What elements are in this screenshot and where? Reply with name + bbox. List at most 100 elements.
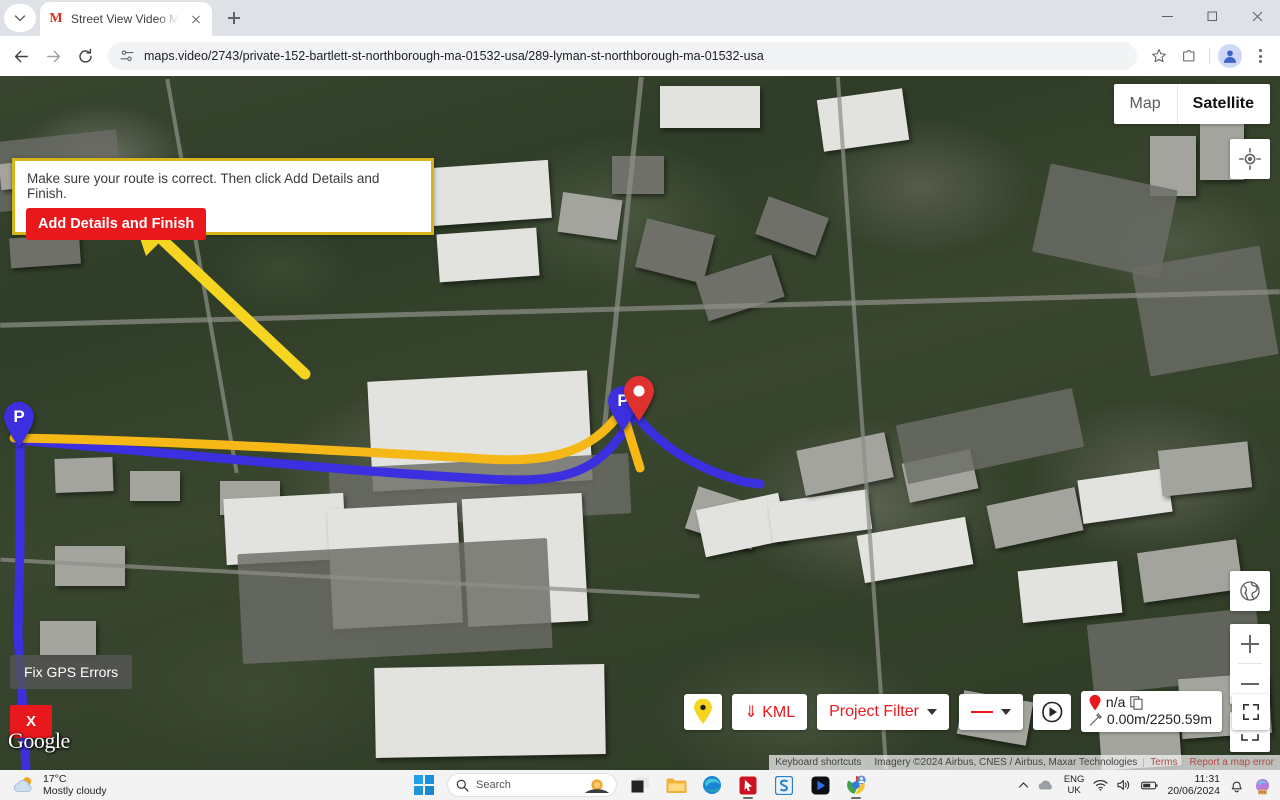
- toolbar-divider: [1209, 48, 1210, 64]
- crosshair-locate-icon: [1239, 148, 1261, 170]
- callout-message: Make sure your route is correct. Then cl…: [27, 171, 380, 201]
- cursor-app-button[interactable]: [735, 772, 761, 799]
- tab-close-icon[interactable]: [188, 11, 204, 27]
- terms-link[interactable]: Terms: [1144, 757, 1183, 768]
- language-indicator[interactable]: ENG UK: [1064, 774, 1085, 796]
- plus-icon: [1241, 635, 1259, 653]
- location-value: n/a: [1105, 694, 1126, 710]
- chevron-down-icon: [14, 15, 26, 22]
- taskbar-weather-widget[interactable]: 17°C Mostly cloudy: [12, 773, 107, 797]
- taskbar-clock[interactable]: 11:31 20/06/2024: [1167, 773, 1220, 797]
- map-bottom-toolbar: ⇓ KML Project Filter n/a 0.00m/2250.59m: [684, 691, 1270, 732]
- menu-dot: [1258, 60, 1262, 63]
- app-fullscreen-button[interactable]: [1232, 693, 1270, 730]
- globe-icon: [1240, 581, 1260, 601]
- streetview-pegman-button[interactable]: [1032, 693, 1071, 730]
- project-filter-label: Project Filter: [829, 702, 919, 720]
- yellow-pin-button[interactable]: [684, 693, 723, 730]
- weather-condition: Mostly cloudy: [43, 785, 107, 797]
- browser-tab[interactable]: M Street View Video Map - maps.v: [40, 2, 212, 36]
- menu-dot: [1258, 49, 1262, 52]
- start-button[interactable]: [411, 772, 437, 798]
- zoom-in-button[interactable]: [1230, 624, 1270, 664]
- google-chrome-button[interactable]: [843, 772, 869, 799]
- browser-menu-button[interactable]: [1246, 42, 1274, 70]
- keyboard-shortcuts-link[interactable]: Keyboard shortcuts: [769, 757, 867, 768]
- browser-toolbar: maps.video/2743/private-152-bartlett-st-…: [0, 36, 1280, 76]
- close-button[interactable]: [1235, 0, 1280, 32]
- bookmark-button[interactable]: [1145, 42, 1173, 70]
- battery-icon[interactable]: [1141, 780, 1159, 791]
- speaker-icon[interactable]: [1117, 779, 1132, 791]
- site-settings-icon[interactable]: [120, 49, 134, 63]
- onedrive-cloud-icon[interactable]: [1038, 779, 1055, 791]
- imagery-credit: Imagery ©2024 Airbus, CNES / Airbus, Max…: [874, 757, 1138, 768]
- start-parking-marker[interactable]: P: [2, 402, 36, 448]
- forward-button[interactable]: [38, 41, 68, 71]
- chrome-browser-window: M Street View Video Map - maps.v: [0, 0, 1280, 770]
- fix-gps-errors-button[interactable]: Fix GPS Errors: [10, 655, 133, 689]
- kml-download-button[interactable]: ⇓ KML: [732, 693, 808, 730]
- tab-favicon: M: [49, 11, 63, 26]
- tab-title: Street View Video Map - maps.v: [71, 12, 181, 26]
- project-filter-dropdown[interactable]: Project Filter: [817, 693, 949, 730]
- weather-temp: 17°C: [43, 773, 67, 785]
- notification-bell-icon[interactable]: [1229, 778, 1244, 793]
- address-bar[interactable]: maps.video/2743/private-152-bartlett-st-…: [108, 42, 1137, 70]
- copy-icon[interactable]: [1130, 695, 1143, 710]
- map-type-satellite[interactable]: Satellite: [1177, 84, 1270, 124]
- windows-taskbar: 17°C Mostly cloudy Search ENG UK 11:31 2…: [0, 770, 1280, 800]
- taskbar-search-box[interactable]: Search: [447, 773, 617, 797]
- wifi-icon[interactable]: [1093, 779, 1109, 791]
- map-viewport[interactable]: P P Make sure your route is correct. The…: [0, 76, 1280, 770]
- destination-marker[interactable]: [622, 376, 656, 422]
- weather-text: 17°C Mostly cloudy: [43, 773, 107, 797]
- minimize-button[interactable]: [1145, 0, 1190, 32]
- profile-avatar-icon: [1218, 44, 1242, 68]
- task-view-button[interactable]: [627, 772, 653, 798]
- minimize-icon: [1162, 15, 1173, 17]
- map-pin-icon: [694, 698, 713, 724]
- line-style-dropdown[interactable]: [958, 693, 1023, 730]
- search-placeholder: Search: [476, 779, 511, 791]
- new-tab-button[interactable]: [220, 4, 248, 32]
- distance-value: 0.00m/2250.59m: [1106, 711, 1212, 727]
- profile-button[interactable]: [1216, 42, 1244, 70]
- location-readout-row: n/a: [1089, 694, 1212, 711]
- instruction-callout: Make sure your route is correct. Then cl…: [12, 158, 434, 240]
- route-line: [9, 405, 627, 465]
- globe-view-button[interactable]: [1230, 571, 1270, 611]
- report-map-error-link[interactable]: Report a map error: [1184, 757, 1280, 768]
- line-style-icon: [970, 710, 993, 713]
- edge-icon: [703, 776, 721, 794]
- file-explorer-button[interactable]: [663, 772, 689, 798]
- star-icon: [1152, 49, 1166, 63]
- fullscreen-icon: [1242, 703, 1260, 720]
- tab-search-button[interactable]: [4, 4, 36, 32]
- ruler-icon: [1089, 712, 1102, 726]
- maximize-button[interactable]: [1190, 0, 1235, 32]
- microsoft-edge-button[interactable]: [699, 772, 725, 798]
- chevron-up-icon[interactable]: [1018, 780, 1029, 791]
- copilot-icon[interactable]: PRE: [1253, 776, 1272, 795]
- gps-track-line: [11, 405, 641, 485]
- red-cursor-icon: [739, 776, 757, 794]
- play-triangle-icon: [811, 776, 829, 794]
- back-arrow-icon: [14, 50, 28, 62]
- windows-start-icon: [414, 775, 434, 795]
- add-details-and-finish-button[interactable]: Add Details and Finish: [26, 208, 207, 240]
- search-highlight-icon: [585, 779, 609, 793]
- clock-date: 20/06/2024: [1167, 785, 1220, 797]
- media-player-button[interactable]: [807, 772, 833, 798]
- back-button[interactable]: [6, 41, 36, 71]
- chrome-icon: [847, 775, 866, 795]
- extensions-puzzle-icon: [1183, 49, 1195, 62]
- extensions-button[interactable]: [1175, 42, 1203, 70]
- map-type-map[interactable]: Map: [1114, 84, 1177, 124]
- snagit-button[interactable]: [771, 772, 797, 798]
- reload-button[interactable]: [70, 41, 100, 71]
- geolocate-button[interactable]: [1230, 139, 1270, 179]
- pegman-play-icon: [1042, 701, 1063, 722]
- clock-time: 11:31: [1194, 773, 1221, 785]
- menu-dot: [1258, 54, 1262, 58]
